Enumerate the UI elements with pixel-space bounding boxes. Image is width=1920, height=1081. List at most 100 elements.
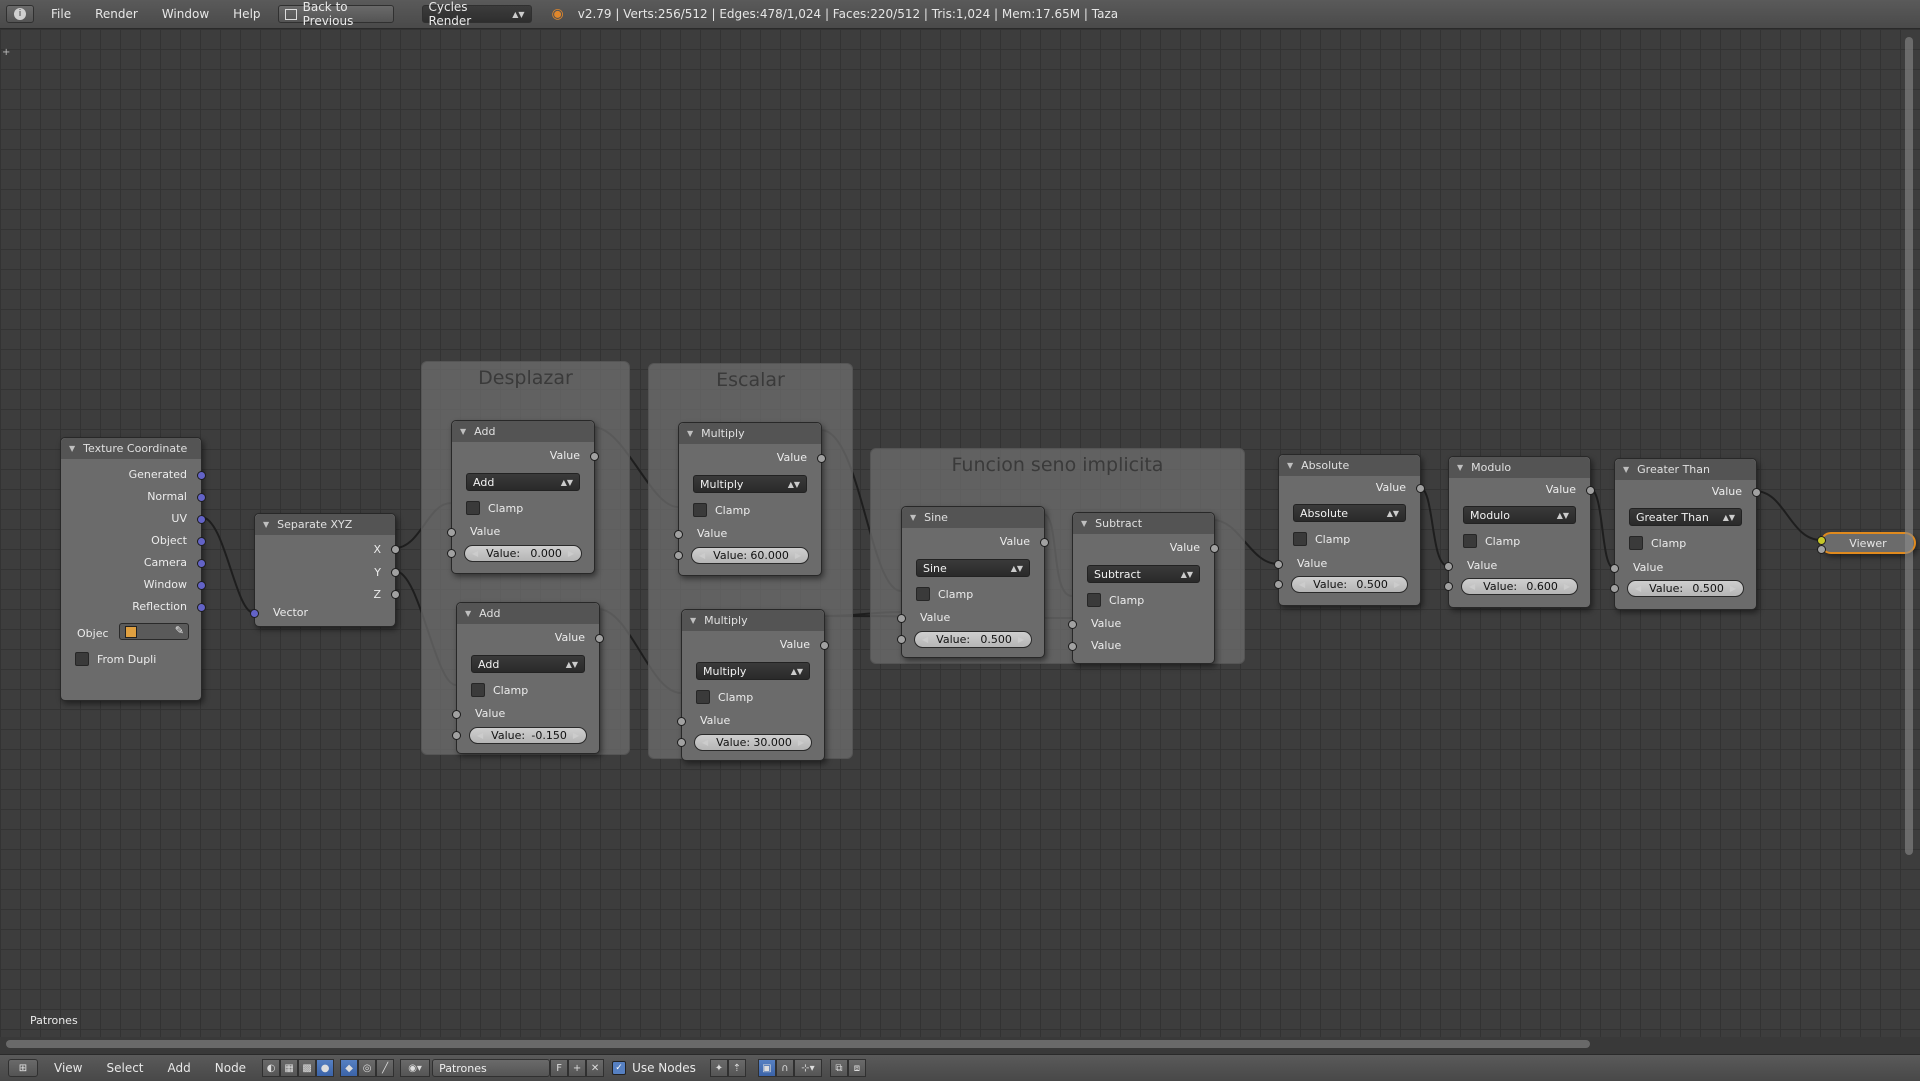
value-field[interactable]: ◀ Value: -0.150 ▶ xyxy=(469,727,587,744)
clamp-checkbox[interactable]: Clamp xyxy=(471,683,528,697)
socket-normal[interactable] xyxy=(197,493,206,502)
menu-select[interactable]: Select xyxy=(98,1061,151,1075)
socket-z[interactable] xyxy=(391,590,400,599)
socket-uv[interactable] xyxy=(197,515,206,524)
menu-render[interactable]: Render xyxy=(88,7,145,21)
operation-select[interactable]: Multiply ▲▼ xyxy=(693,475,807,493)
socket-output[interactable] xyxy=(820,641,829,650)
back-to-previous-button[interactable]: Back to Previous xyxy=(277,0,394,28)
node-multiply-1[interactable]: ▼ Multiply Value Multiply ▲▼ Clamp Value ◀… xyxy=(674,422,826,576)
render-engine-select[interactable]: Cycles Render ▲▼ xyxy=(421,0,532,28)
node-greater-than[interactable]: ▼ Greater Than Value Greater Than ▲▼ Clamp… xyxy=(1610,458,1761,610)
clamp-checkbox[interactable]: Clamp xyxy=(696,690,753,704)
socket-camera[interactable] xyxy=(197,559,206,568)
socket-input-2[interactable] xyxy=(447,549,456,558)
socket-output[interactable] xyxy=(595,634,604,643)
socket-x[interactable] xyxy=(391,545,400,554)
socket-input-1[interactable] xyxy=(1610,564,1619,573)
node-sine[interactable]: ▼ Sine Value Sine ▲▼ Clamp Value ◀ Value: 0.… xyxy=(897,506,1049,658)
operation-select[interactable]: Multiply ▲▼ xyxy=(696,662,810,680)
from-dupli-checkbox[interactable]: From Dupli xyxy=(75,652,156,666)
plus-icon[interactable]: + xyxy=(2,47,10,58)
socket-output[interactable] xyxy=(1752,488,1761,497)
value-field[interactable]: ◀ Value: 0.600 ▶ xyxy=(1461,578,1578,595)
horizontal-scrollbar[interactable] xyxy=(6,1040,1590,1048)
magnet-icon[interactable]: ∩ xyxy=(775,1059,794,1077)
socket-input-2[interactable] xyxy=(452,731,461,740)
menu-view[interactable]: View xyxy=(46,1061,90,1075)
clamp-checkbox[interactable]: Clamp xyxy=(1463,534,1520,548)
menu-window[interactable]: Window xyxy=(155,7,216,21)
snap-element-icon[interactable]: ⊹▾ xyxy=(793,1059,822,1077)
socket-output[interactable] xyxy=(1416,484,1425,493)
node-texture-coordinate[interactable]: ▼ Texture Coordinate Generated Normal UV … xyxy=(60,437,206,701)
value-field[interactable]: ◀ Value: 0.500 ▶ xyxy=(1291,576,1408,593)
unlink-material-icon[interactable]: ✕ xyxy=(586,1059,605,1077)
node-absolute[interactable]: ▼ Absolute Value Absolute ▲▼ Clamp Value ◀… xyxy=(1274,454,1425,606)
clamp-checkbox[interactable]: Clamp xyxy=(916,587,973,601)
object-shader-icon[interactable]: ◆ xyxy=(340,1059,359,1077)
menu-file[interactable]: File xyxy=(44,7,78,21)
increment-arrow-icon[interactable]: ▶ xyxy=(1564,582,1570,591)
increment-arrow-icon[interactable]: ▶ xyxy=(1394,580,1400,589)
material-browse-icon[interactable]: ◉▾ xyxy=(400,1059,431,1077)
increment-arrow-icon[interactable]: ▶ xyxy=(795,551,801,560)
operation-select[interactable]: Add ▲▼ xyxy=(466,473,580,491)
clamp-checkbox[interactable]: Clamp xyxy=(466,501,523,515)
texture-tree-icon[interactable]: ▩ xyxy=(298,1059,317,1077)
object-field[interactable]: ✎ xyxy=(119,623,189,640)
fake-user-button[interactable]: F xyxy=(550,1059,569,1077)
operation-select[interactable]: Greater Than ▲▼ xyxy=(1629,508,1742,526)
socket-input-1[interactable] xyxy=(1444,562,1453,571)
socket-input-2[interactable] xyxy=(897,635,906,644)
menu-help[interactable]: Help xyxy=(226,7,267,21)
compositor-tree-icon[interactable]: ▦ xyxy=(280,1059,299,1077)
socket-viewer-input[interactable] xyxy=(1817,536,1826,545)
pin-icon[interactable]: ✦ xyxy=(709,1059,728,1077)
paste-icon[interactable]: ⧈ xyxy=(847,1059,866,1077)
socket-output[interactable] xyxy=(590,452,599,461)
socket-input-2[interactable] xyxy=(674,551,683,560)
node-modulo[interactable]: ▼ Modulo Value Modulo ▲▼ Clamp Value ◀ Valu… xyxy=(1444,456,1595,608)
increment-arrow-icon[interactable]: ▶ xyxy=(798,738,804,747)
socket-output[interactable] xyxy=(817,454,826,463)
clamp-checkbox[interactable]: Clamp xyxy=(1629,536,1686,550)
value-field[interactable]: ◀ Value: 0.000 ▶ xyxy=(464,545,582,562)
increment-arrow-icon[interactable]: ▶ xyxy=(1018,635,1024,644)
eyedropper-icon[interactable]: ✎ xyxy=(175,624,184,637)
editor-type-button[interactable]: i xyxy=(6,5,34,23)
value-field[interactable]: ◀ Value: 0.500 ▶ xyxy=(914,631,1032,648)
menu-node[interactable]: Node xyxy=(207,1061,254,1075)
socket-output[interactable] xyxy=(1210,544,1219,553)
node-editor-canvas[interactable]: Desplazar Escalar Funcion seno implicita… xyxy=(0,29,1920,1048)
operation-select[interactable]: Sine ▲▼ xyxy=(916,559,1030,577)
node-add-2[interactable]: ▼ Add Value Add ▲▼ Clamp Value ◀ Value: -0.1… xyxy=(452,602,604,754)
node-add-1[interactable]: ▼ Add Value Add ▲▼ Clamp Value ◀ Value: 0.00… xyxy=(447,420,599,574)
node-separate-xyz[interactable]: ▼ Separate XYZ X Y Z Vector xyxy=(250,513,400,627)
world-shader-icon[interactable]: ◎ xyxy=(358,1059,377,1077)
socket-input-1[interactable] xyxy=(452,710,461,719)
increment-arrow-icon[interactable]: ▶ xyxy=(573,731,579,740)
copy-icon[interactable]: ⧉ xyxy=(829,1059,848,1077)
socket-input-2[interactable] xyxy=(1068,642,1077,651)
socket-input-1[interactable] xyxy=(1274,560,1283,569)
node-subtract[interactable]: ▼ Subtract Value Subtract ▲▼ Clamp Value V… xyxy=(1068,512,1219,664)
increment-arrow-icon[interactable]: ▶ xyxy=(568,549,574,558)
operation-select[interactable]: Subtract ▲▼ xyxy=(1087,565,1200,583)
new-material-icon[interactable]: + xyxy=(568,1059,587,1077)
socket-input-1[interactable] xyxy=(677,717,686,726)
backdrop-icon[interactable]: ▣ xyxy=(757,1059,776,1077)
socket-input-1[interactable] xyxy=(447,528,456,537)
socket-generated[interactable] xyxy=(197,471,206,480)
socket-input-1[interactable] xyxy=(897,614,906,623)
socket-window[interactable] xyxy=(197,581,206,590)
clamp-checkbox[interactable]: Clamp xyxy=(1293,532,1350,546)
socket-output[interactable] xyxy=(1040,538,1049,547)
use-nodes-toggle[interactable]: ✓ Use Nodes xyxy=(612,1061,696,1075)
shader-tree-icon[interactable]: ◐ xyxy=(262,1059,281,1077)
value-field[interactable]: ◀ Value: 30.000 ▶ xyxy=(694,734,812,751)
increment-arrow-icon[interactable]: ▶ xyxy=(1730,584,1736,593)
value-field[interactable]: ◀ Value: 0.500 ▶ xyxy=(1627,580,1744,597)
socket-input-1[interactable] xyxy=(674,530,683,539)
linestyle-shader-icon[interactable]: ╱ xyxy=(376,1059,395,1077)
